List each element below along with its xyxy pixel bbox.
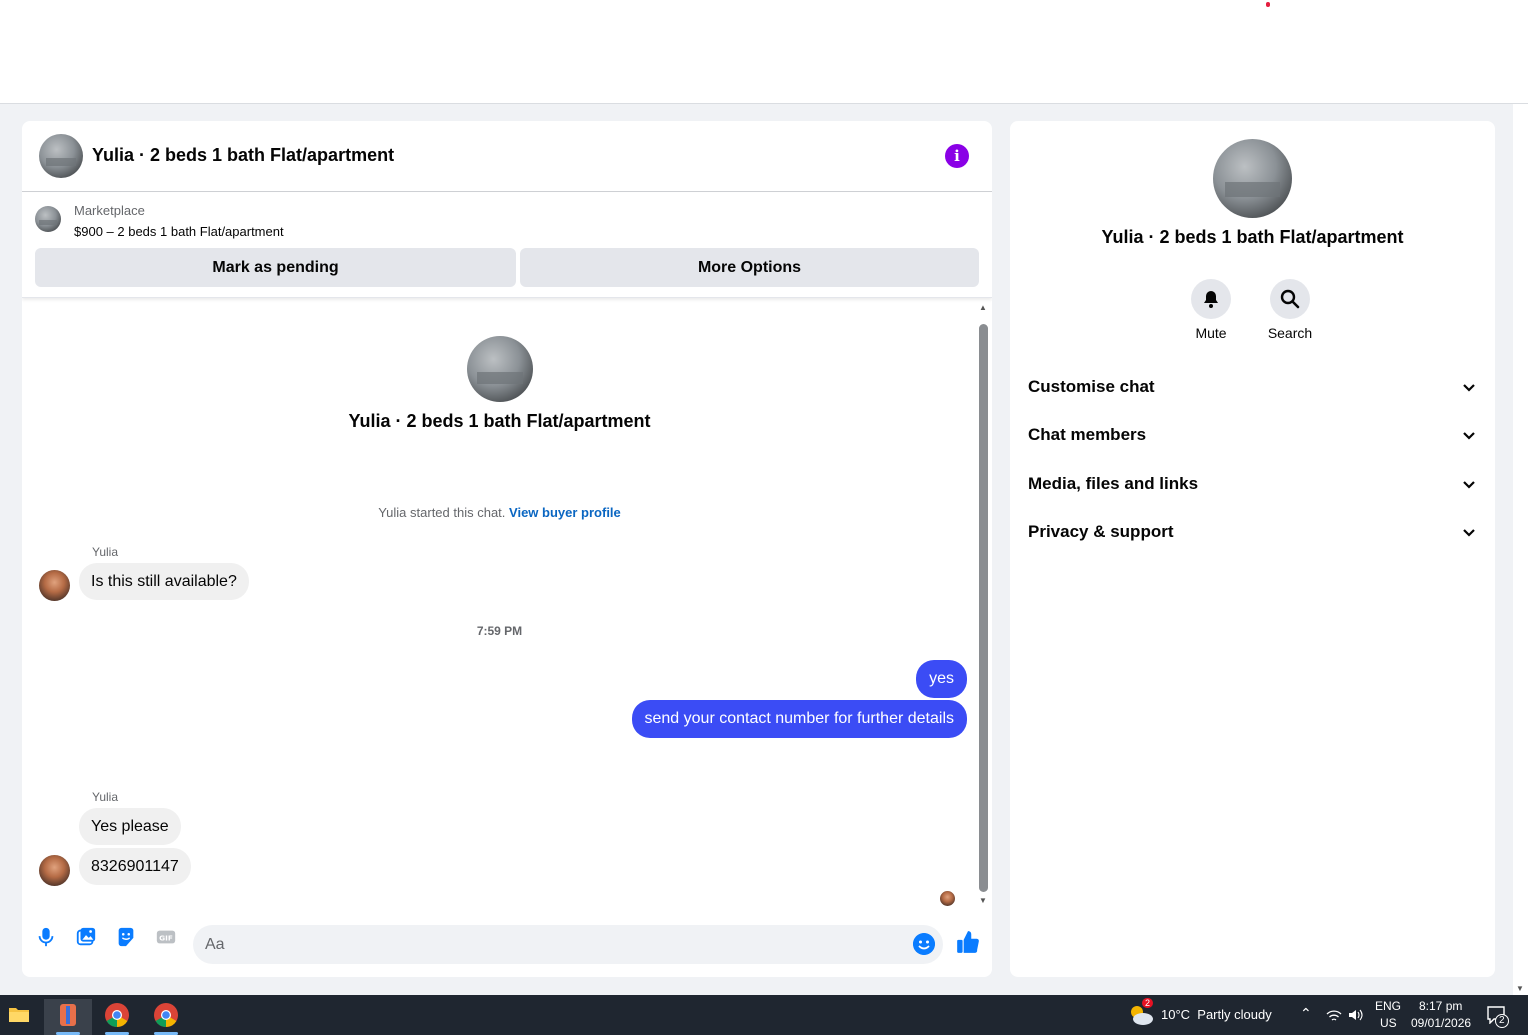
- sticker-icon[interactable]: [115, 926, 137, 948]
- details-title: Yulia · 2 beds 1 bath Flat/apartment: [1101, 227, 1404, 247]
- privacy-support-section[interactable]: Privacy & support: [1028, 512, 1478, 552]
- section-label: Customise chat: [1028, 377, 1155, 396]
- chat-details-panel: Yulia · 2 beds 1 bath Flat/apartment Mut…: [1010, 121, 1495, 977]
- scroll-up-arrow-icon[interactable]: ▲: [979, 303, 987, 312]
- scroll-down-arrow-icon[interactable]: ▼: [979, 896, 987, 905]
- keyboard-layout[interactable]: US: [1380, 1016, 1397, 1030]
- chrome-button[interactable]: [142, 999, 190, 1035]
- photo-icon[interactable]: [75, 926, 97, 948]
- mute-label: Mute: [1195, 325, 1227, 341]
- chrome-icon: [105, 1003, 129, 1027]
- scroll-down-arrow-icon[interactable]: ▼: [1516, 984, 1524, 993]
- folder-icon: [9, 1008, 29, 1022]
- chevron-down-icon: [1463, 432, 1475, 440]
- message-scrollbar[interactable]: ▲ ▼: [977, 299, 989, 905]
- bell-icon: [1204, 291, 1218, 308]
- chat-panel: Yulia · 2 beds 1 bath Flat/apartment i M…: [22, 121, 992, 977]
- more-options-button[interactable]: More Options: [520, 248, 979, 287]
- file-explorer-button[interactable]: [0, 999, 48, 1035]
- chevron-down-icon: [1463, 529, 1475, 537]
- media-files-links-section[interactable]: Media, files and links: [1028, 464, 1478, 504]
- search-icon: [1280, 289, 1300, 309]
- message-timestamp: 7:59 PM: [476, 624, 523, 638]
- scroll-thumb[interactable]: [979, 324, 988, 892]
- sender-avatar[interactable]: [39, 570, 70, 601]
- mark-as-pending-button[interactable]: Mark as pending: [35, 248, 516, 287]
- clock-date[interactable]: 09/01/2026: [1411, 1016, 1471, 1030]
- listing-label: Marketplace: [74, 203, 145, 218]
- sender-name: Yulia: [92, 790, 119, 804]
- clock-time[interactable]: 8:17 pm: [1419, 999, 1462, 1013]
- outgoing-message[interactable]: send your contact number for further det…: [631, 700, 967, 738]
- chat-avatar[interactable]: [39, 134, 83, 178]
- volume-icon[interactable]: [1348, 1008, 1364, 1022]
- message-input[interactable]: [205, 925, 895, 964]
- sender-avatar[interactable]: [39, 855, 70, 886]
- customise-chat-section[interactable]: Customise chat: [1028, 367, 1478, 407]
- section-label: Chat members: [1028, 425, 1147, 444]
- chrome-profile-h-button[interactable]: [93, 999, 141, 1035]
- wifi-icon[interactable]: [1326, 1009, 1342, 1023]
- page-scrollbar[interactable]: ▼: [1513, 104, 1528, 995]
- chat-title[interactable]: Yulia · 2 beds 1 bath Flat/apartment: [92, 145, 394, 166]
- section-label: Media, files and links: [1028, 474, 1199, 493]
- like-icon[interactable]: [955, 929, 981, 955]
- chat-started-notice: Yulia started this chat. View buyer prof…: [22, 505, 977, 520]
- chevron-down-icon: [1463, 481, 1475, 489]
- read-receipt-avatar: [940, 891, 955, 906]
- app-icon: [60, 1004, 76, 1026]
- chat-members-section[interactable]: Chat members: [1028, 415, 1478, 455]
- view-buyer-profile-link[interactable]: View buyer profile: [509, 505, 621, 520]
- chevron-up-icon[interactable]: ⌃: [1300, 1005, 1312, 1022]
- incoming-message[interactable]: Is this still available?: [79, 563, 249, 600]
- search-button[interactable]: [1270, 279, 1310, 319]
- chrome-icon: [154, 1003, 178, 1027]
- conversation-avatar: [467, 336, 533, 402]
- listing-thumbnail[interactable]: [35, 206, 61, 232]
- listing-description[interactable]: $900 – 2 beds 1 bath Flat/apartment: [74, 224, 284, 239]
- emoji-icon[interactable]: [913, 933, 935, 955]
- notification-count-badge: 2: [1495, 1014, 1509, 1028]
- incoming-message[interactable]: 8326901147: [79, 848, 191, 885]
- microphone-icon[interactable]: [35, 926, 57, 948]
- conversation-title: Yulia · 2 beds 1 bath Flat/apartment: [348, 411, 651, 431]
- message-input-box[interactable]: [193, 925, 943, 964]
- notification-dot: [1266, 2, 1270, 7]
- weather-badge: 2: [1142, 998, 1154, 1008]
- windows-taskbar: 2 10°C Partly cloudy ⌃ ENG US 8:17 pm 09…: [0, 995, 1528, 1035]
- mute-button[interactable]: [1191, 279, 1231, 319]
- details-avatar[interactable]: [1213, 139, 1292, 218]
- marketplace-listing: Marketplace $900 – 2 beds 1 bath Flat/ap…: [22, 193, 992, 298]
- message-list: Yulia · 2 beds 1 bath Flat/apartment Yul…: [22, 299, 992, 906]
- svg-text:GIF: GIF: [159, 934, 173, 943]
- browser-top-area: [0, 0, 1528, 104]
- gif-icon[interactable]: GIF: [155, 926, 177, 948]
- info-icon[interactable]: i: [945, 144, 969, 168]
- search-label: Search: [1267, 325, 1313, 341]
- sender-name: Yulia: [92, 545, 119, 559]
- language-indicator[interactable]: ENG: [1375, 999, 1401, 1013]
- taskbar-app-button[interactable]: [44, 999, 92, 1035]
- incoming-message[interactable]: Yes please: [79, 808, 181, 845]
- section-label: Privacy & support: [1028, 522, 1174, 541]
- outgoing-message[interactable]: yes: [916, 660, 967, 698]
- chat-started-text: Yulia started this chat.: [378, 505, 506, 520]
- weather-text[interactable]: 10°C Partly cloudy: [1161, 1007, 1272, 1022]
- chevron-down-icon: [1463, 384, 1475, 392]
- chat-header: Yulia · 2 beds 1 bath Flat/apartment i: [22, 121, 992, 192]
